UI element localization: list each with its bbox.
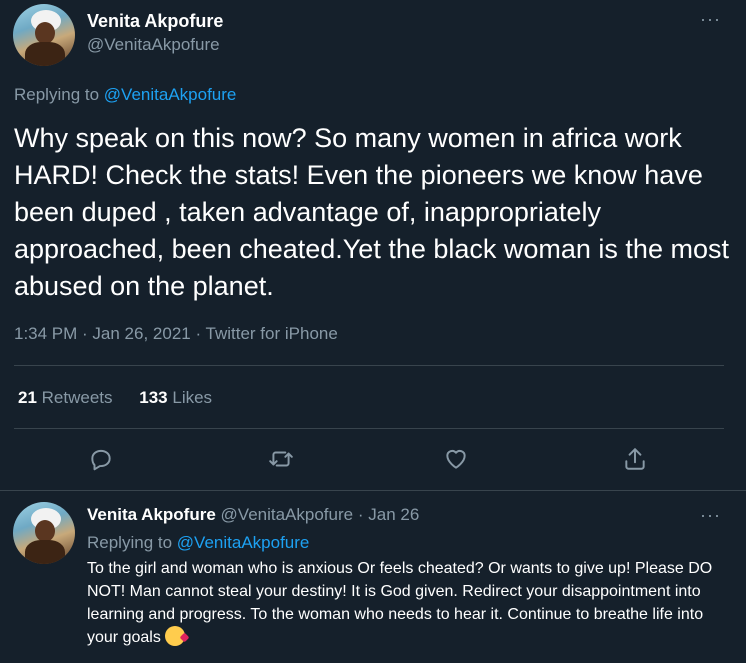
reply-more-options-icon[interactable]: ··· bbox=[700, 506, 721, 524]
likes-count: 133 bbox=[139, 388, 168, 407]
reply-author-handle[interactable]: @VenitaAkpofure bbox=[221, 505, 354, 524]
kiss-emoji-icon bbox=[164, 626, 185, 646]
retweets-stat[interactable]: 21 Retweets bbox=[18, 388, 117, 407]
author-avatar[interactable] bbox=[13, 4, 75, 66]
reply-icon[interactable] bbox=[88, 446, 114, 472]
tweet-meta: 1:34 PM · Jan 26, 2021 · Twitter for iPh… bbox=[14, 324, 338, 343]
retweets-label: Retweets bbox=[41, 388, 113, 407]
reply-replying-to-link[interactable]: @VenitaAkpofure bbox=[177, 533, 310, 552]
reply-separator: · bbox=[357, 505, 364, 524]
heart-icon[interactable] bbox=[443, 446, 469, 472]
likes-label: Likes bbox=[172, 388, 213, 407]
replying-to-prefix: Replying to bbox=[14, 85, 100, 104]
reply-replying-to-line: Replying to @VenitaAkpofure bbox=[87, 533, 309, 553]
reply-author-name[interactable]: Venita Akpofure bbox=[87, 505, 216, 524]
divider bbox=[14, 428, 724, 429]
divider bbox=[14, 365, 724, 366]
tweet-stats: 21 Retweets 133 Likes bbox=[18, 388, 234, 408]
author-name[interactable]: Venita Akpofure bbox=[87, 11, 223, 32]
tweet-text: Why speak on this now? So many women in … bbox=[14, 123, 729, 301]
retweets-count: 21 bbox=[18, 388, 37, 407]
author-handle[interactable]: @VenitaAkpofure bbox=[87, 35, 220, 55]
divider bbox=[0, 490, 746, 491]
reply-date[interactable]: Jan 26 bbox=[368, 505, 419, 524]
reply-header: Venita Akpofure @VenitaAkpofure · Jan 26 bbox=[87, 505, 419, 525]
share-icon[interactable] bbox=[622, 446, 648, 472]
likes-stat[interactable]: 133 Likes bbox=[139, 388, 212, 407]
replying-to-link[interactable]: @VenitaAkpofure bbox=[104, 85, 237, 104]
tweet-actions bbox=[0, 442, 746, 476]
retweet-icon[interactable] bbox=[268, 446, 294, 472]
more-options-icon[interactable]: ··· bbox=[700, 10, 721, 28]
replying-to-line: Replying to @VenitaAkpofure bbox=[14, 85, 236, 105]
reply-text-block: To the girl and woman who is anxious Or … bbox=[87, 557, 737, 649]
reply-replying-to-prefix: Replying to bbox=[87, 533, 173, 552]
reply-author-avatar[interactable] bbox=[13, 502, 75, 564]
